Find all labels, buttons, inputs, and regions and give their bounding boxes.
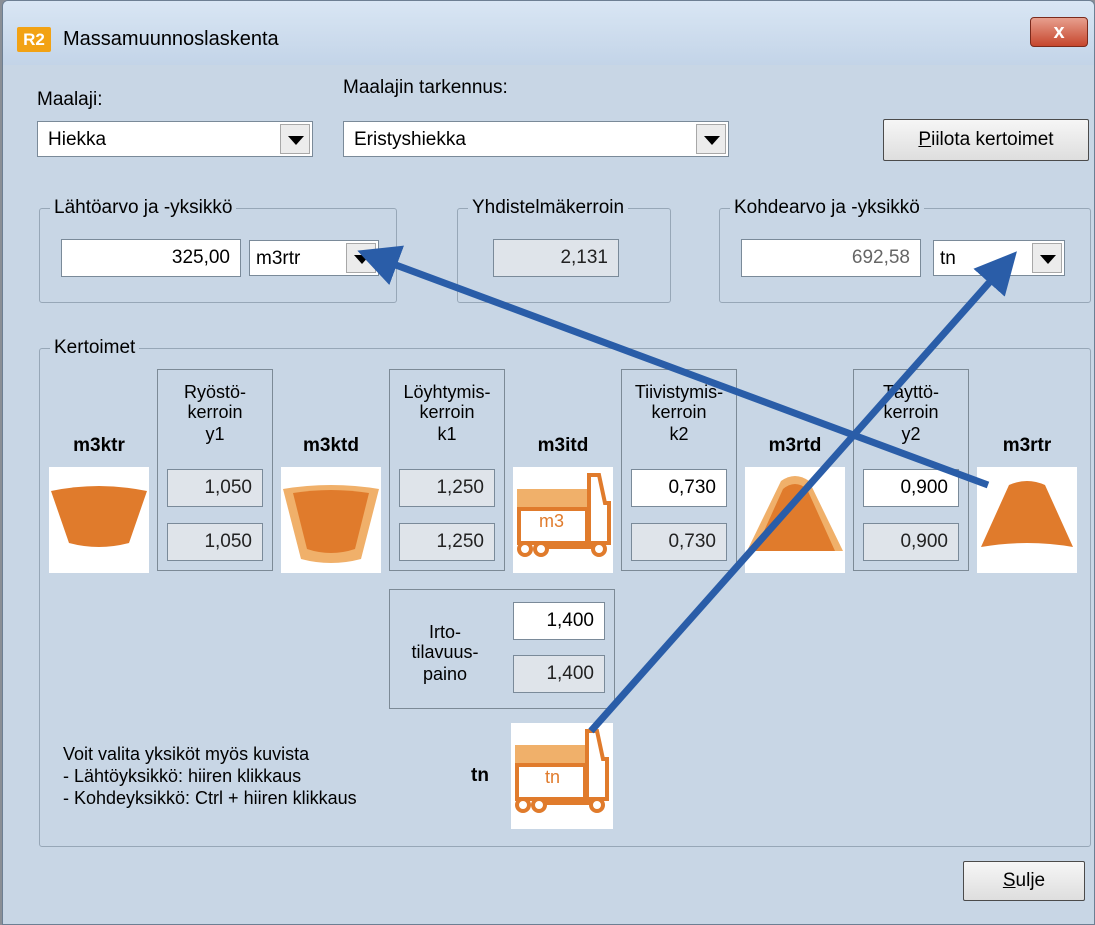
unit-label-m3ktd: m3ktd — [303, 435, 359, 456]
hint-line-2: - Lähtöyksikkö: hiiren klikkaus — [63, 766, 302, 786]
chevron-down-icon[interactable] — [696, 124, 726, 154]
target-group-label: Kohdearvo ja -yksikkö — [734, 197, 920, 218]
fill-mound-icon — [747, 476, 843, 551]
hint-line-1: Voit valita yksiköt myös kuvista — [63, 744, 310, 764]
factor-k2-default: 0,730 — [631, 523, 727, 561]
chevron-down-icon[interactable] — [280, 124, 310, 154]
close-button[interactable]: Sulje — [963, 861, 1085, 901]
combined-group-label: Yhdistelmäkerroin — [472, 197, 625, 218]
chevron-down-icon[interactable] — [346, 243, 376, 273]
factor-label-line2: kerroin — [651, 402, 707, 422]
unit-tile-tn[interactable]: tn — [511, 723, 613, 829]
factor-y2-input[interactable]: 0,900 — [863, 469, 959, 507]
factor-y1-default: 1,050 — [167, 523, 263, 561]
app-icon: R2 — [17, 27, 51, 52]
truck-tn-text: tn — [545, 767, 560, 787]
unit-label-m3rtd: m3rtd — [768, 435, 822, 456]
truck-m3-text: m3 — [539, 511, 564, 531]
compacted-soil-icon — [283, 485, 379, 563]
soil-label: Maalaji: — [37, 89, 103, 110]
factor-label-line1: Täyttö- — [882, 382, 939, 402]
title-bar[interactable]: R2 Massamuunnoslaskenta x — [3, 1, 1094, 65]
soil-detail-label: Maalajin tarkennus: — [343, 77, 508, 98]
factor-label-line1: Ryöstö- — [183, 382, 246, 402]
unit-tile-m3rtr[interactable] — [977, 467, 1077, 573]
truck-tn-icon: tn — [515, 729, 609, 813]
density-label-line3: paino — [422, 664, 468, 684]
hide-button-label: iilota kertoimet — [931, 129, 1054, 150]
factor-label-line3: y2 — [901, 424, 921, 444]
unit-label-m3rtr: m3rtr — [1002, 435, 1052, 456]
soil-ground-icon — [51, 486, 147, 547]
target-unit-select[interactable]: tn — [933, 240, 1065, 276]
unit-tile-m3ktd[interactable] — [281, 467, 381, 573]
target-unit-value: tn — [940, 248, 956, 269]
source-unit-select[interactable]: m3rtr — [249, 240, 379, 276]
combined-value-field: 2,131 — [493, 239, 619, 277]
factor-label-line2: kerroin — [187, 402, 243, 422]
soil-select-value: Hiekka — [48, 129, 107, 150]
factor-k2-input[interactable]: 0,730 — [631, 469, 727, 507]
chevron-down-icon[interactable] — [1032, 243, 1062, 273]
factor-label-line3: k1 — [437, 424, 457, 444]
window-close-button[interactable]: x — [1030, 17, 1088, 47]
truck-m3-icon: m3 — [517, 473, 611, 557]
factor-label-line3: k2 — [669, 424, 689, 444]
source-unit-value: m3rtr — [256, 248, 301, 269]
factor-k1-default: 1,250 — [399, 523, 495, 561]
soil-select[interactable]: Hiekka — [37, 121, 313, 157]
hide-coefficients-button[interactable]: Piilota kertoimet — [883, 119, 1089, 161]
density-label-line2: tilavuus- — [411, 642, 479, 662]
coefficients-group-label: Kertoimet — [54, 337, 136, 358]
window-title: Massamuunnoslaskenta — [63, 28, 279, 50]
close-button-label: ulje — [1015, 870, 1046, 891]
factor-y1-input[interactable]: 1,050 — [167, 469, 263, 507]
density-label-line1: Irto- — [428, 622, 461, 642]
soil-detail-select[interactable]: Eristyshiekka — [343, 121, 729, 157]
density-default: 1,400 — [513, 655, 605, 693]
unit-label-m3itd: m3itd — [537, 435, 589, 456]
factor-label-line1: Tiivistymis- — [634, 382, 724, 402]
density-input[interactable]: 1,400 — [513, 602, 605, 640]
unit-label-tn: tn — [471, 765, 489, 786]
close-icon: x — [1053, 21, 1065, 43]
factor-label-line2: kerroin — [883, 402, 939, 422]
hide-button-mnemonic: P — [918, 129, 932, 150]
hint-line-3: - Kohdeyksikkö: Ctrl + hiiren klikkaus — [63, 788, 357, 808]
soil-detail-select-value: Eristyshiekka — [354, 129, 466, 150]
factor-label-line2: kerroin — [419, 402, 475, 422]
close-button-mnemonic: S — [1002, 870, 1016, 891]
source-value-input[interactable]: 325,00 — [61, 239, 241, 277]
target-value-field: 692,58 — [741, 239, 921, 277]
factor-label-line3: y1 — [205, 424, 225, 444]
factor-y2-default: 0,900 — [863, 523, 959, 561]
unit-tile-m3itd[interactable]: m3 — [513, 467, 613, 573]
source-group-label: Lähtöarvo ja -yksikkö — [54, 197, 233, 218]
factor-k1-input[interactable]: 1,250 — [399, 469, 495, 507]
unit-tile-m3rtd[interactable] — [745, 467, 845, 573]
dialog-window: R2 Massamuunnoslaskenta x Maalaji: Hiekk… — [2, 0, 1095, 925]
factor-label-line1: Löyhtymis- — [403, 382, 491, 402]
unit-tile-m3ktr[interactable] — [49, 467, 149, 573]
soil-mound-icon — [981, 481, 1073, 547]
unit-label-m3ktr: m3ktr — [73, 435, 125, 456]
